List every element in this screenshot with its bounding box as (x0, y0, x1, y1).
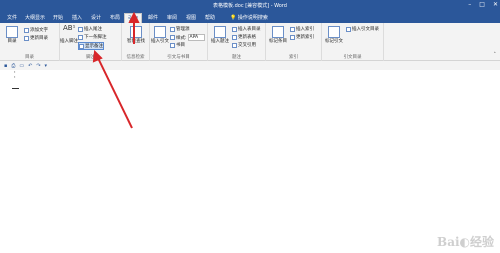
arrow-head-show-notes (92, 49, 103, 63)
arrow-head-references (128, 11, 140, 23)
arrow-to-show-notes (97, 57, 133, 129)
annotation-arrows (92, 11, 140, 129)
